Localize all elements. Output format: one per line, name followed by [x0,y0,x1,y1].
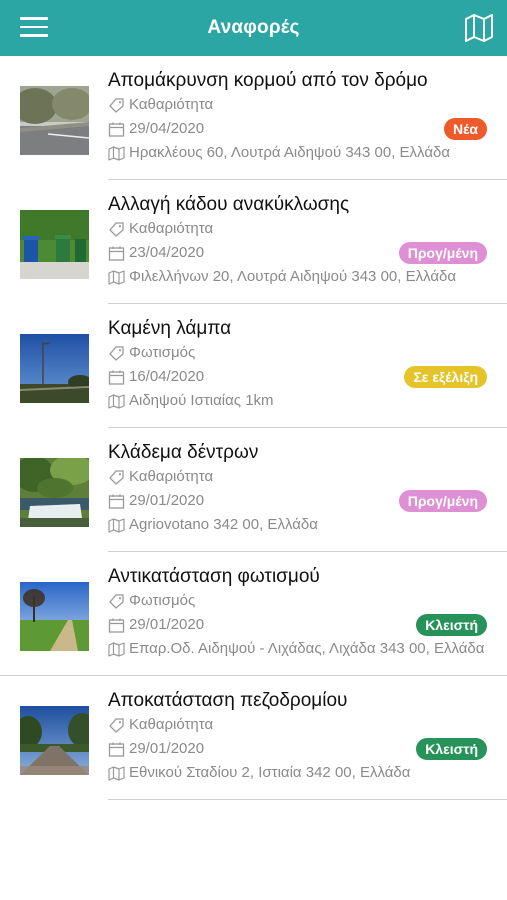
report-date-row: 23/04/2020 Προγ/μένη [108,241,487,265]
map-icon [108,517,125,533]
divider [108,799,507,800]
report-category: Καθαριότητα [129,220,214,237]
report-thumbnail [20,458,89,527]
report-thumbnail [20,334,89,403]
report-date-row: 29/01/2020 Κλειστή [108,737,487,761]
report-address-row: Εθνικού Σταδίου 2, Ιστιαία 342 00, Ελλάδ… [108,761,487,785]
calendar-icon [108,370,125,385]
report-thumbnail [20,86,89,155]
report-date: 29/01/2020 [129,616,205,633]
report-item[interactable]: Αντικατάσταση φωτισμού Φωτισμός 29/01/20… [0,552,507,676]
calendar-icon [108,742,125,757]
report-category-row: Καθαριότητα [108,93,487,117]
report-category: Καθαριότητα [129,716,214,733]
status-badge: Κλειστή [416,738,487,760]
map-icon [108,269,125,285]
report-title: Κλάδεμα δέντρων [108,442,259,463]
calendar-icon [108,122,125,137]
reports-list: Απομάκρυνση κορμού από τον δρόμο Καθαριό… [0,56,507,800]
report-title: Καμένη λάμπα [108,318,232,339]
report-item[interactable]: Απομάκρυνση κορμού από τον δρόμο Καθαριό… [0,56,507,180]
report-category-row: Καθαριότητα [108,217,487,241]
map-icon [108,393,125,409]
status-badge: Σε εξέλιξη [404,366,487,388]
report-address-row: Agriovotano 342 00, Ελλάδα [108,513,487,537]
map-icon [108,765,125,781]
app-header: Αναφορές [0,0,507,56]
report-date-row: 16/04/2020 Σε εξέλιξη [108,365,487,389]
report-title: Αλλαγή κάδου ανακύκλωσης [108,194,350,215]
report-address-row: Ηρακλέους 60, Λουτρά Αιδηψού 343 00, Ελλ… [108,141,487,165]
report-address: Εθνικού Σταδίου 2, Ιστιαία 342 00, Ελλάδ… [129,764,411,781]
report-title: Απομάκρυνση κορμού από τον δρόμο [108,70,428,91]
calendar-icon [108,618,125,633]
tag-icon [109,97,124,113]
tag-icon [109,221,124,237]
report-address: Ηρακλέους 60, Λουτρά Αιδηψού 343 00, Ελλ… [129,144,451,161]
report-category-row: Καθαριότητα [108,465,487,489]
report-item[interactable]: Αποκατάσταση πεζοδρομίου Καθαριότητα 29/… [0,676,507,800]
tag-icon [109,593,124,609]
report-category: Φωτισμός [129,344,196,361]
report-title: Αντικατάσταση φωτισμού [108,566,320,587]
map-icon [108,641,125,657]
report-category: Καθαριότητα [129,468,214,485]
report-address: Agriovotano 342 00, Ελλάδα [129,516,318,533]
report-item[interactable]: Καμένη λάμπα Φωτισμός 16/04/2020 Σε εξέλ… [0,304,507,428]
report-address-row: Αιδηψού Ιστιαίας 1km [108,389,487,413]
calendar-icon [108,246,125,261]
report-category-row: Καθαριότητα [108,713,487,737]
status-badge: Προγ/μένη [398,242,487,264]
report-address-row: Επαρ.Οδ. Αιδηψού - Λιχάδας, Λιχάδα 343 0… [108,637,487,661]
map-icon[interactable] [463,12,495,44]
report-date: 23/04/2020 [129,244,205,261]
report-address-row: Φιλελλήνων 20, Λουτρά Αιδηψού 343 00, Ελ… [108,265,487,289]
report-item[interactable]: Κλάδεμα δέντρων Καθαριότητα 29/01/2020 Π… [0,428,507,552]
status-badge: Προγ/μένη [398,490,487,512]
report-date-row: 29/04/2020 Νέα [108,117,487,141]
report-date: 29/04/2020 [129,120,205,137]
tag-icon [109,717,124,733]
page-title: Αναφορές [207,17,300,38]
report-date: 29/01/2020 [129,740,205,757]
tag-icon [109,345,124,361]
report-date: 16/04/2020 [129,368,205,385]
report-category: Καθαριότητα [129,96,214,113]
map-icon [108,145,125,161]
report-item[interactable]: Αλλαγή κάδου ανακύκλωσης Καθαριότητα 23/… [0,180,507,304]
report-category-row: Φωτισμός [108,341,487,365]
hamburger-menu-icon[interactable] [20,17,48,39]
report-address: Επαρ.Οδ. Αιδηψού - Λιχάδας, Λιχάδα 343 0… [129,640,485,657]
report-category: Φωτισμός [129,592,196,609]
report-category-row: Φωτισμός [108,589,487,613]
report-thumbnail [20,582,89,651]
report-date-row: 29/01/2020 Κλειστή [108,613,487,637]
report-thumbnail [20,210,89,279]
report-thumbnail [20,706,89,775]
report-date-row: 29/01/2020 Προγ/μένη [108,489,487,513]
report-date: 29/01/2020 [129,492,205,509]
report-address: Φιλελλήνων 20, Λουτρά Αιδηψού 343 00, Ελ… [129,268,457,285]
report-address: Αιδηψού Ιστιαίας 1km [129,392,274,409]
report-title: Αποκατάσταση πεζοδρομίου [108,690,348,711]
status-badge: Νέα [443,118,487,140]
tag-icon [109,469,124,485]
status-badge: Κλειστή [416,614,487,636]
calendar-icon [108,494,125,509]
